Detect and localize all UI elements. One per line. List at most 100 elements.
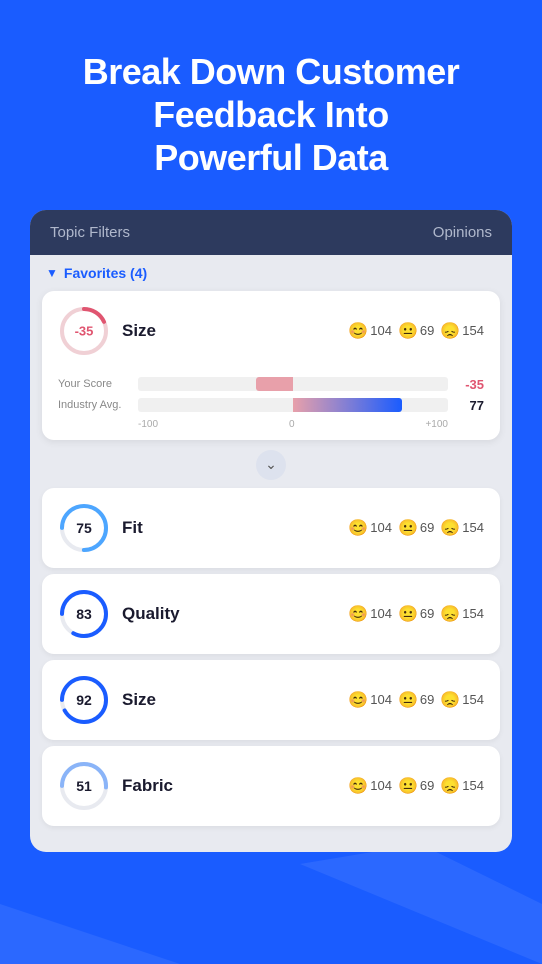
item-score-circle: 92 [58,674,110,726]
sad-val: 154 [462,606,484,621]
hero-title: Break Down Customer Feedback Into Powerf… [40,50,502,180]
sad-icon: 😞 [440,518,460,538]
your-score-bar-fill [256,377,293,391]
hero-title-line2: Feedback Into [153,94,389,135]
item-neutral: 😐 69 [398,690,434,710]
hero-title-line1: Break Down Customer [83,51,460,92]
item-sad: 😞 154 [440,776,484,796]
happy-icon: 😊 [348,321,368,341]
happy-count-expanded: 😊 104 [348,321,392,341]
chart-axis: -100 0 +100 [138,419,448,430]
your-score-bar [138,377,448,391]
item-score-num: 92 [76,692,92,708]
item-emoji-group: 😊 104 😐 69 😞 154 [348,776,484,796]
item-happy: 😊 104 [348,776,392,796]
expanded-score-text: -35 [75,323,94,338]
neutral-count-value: 69 [420,323,434,338]
expanded-score-circle: -35 [58,305,110,357]
item-neutral: 😐 69 [398,604,434,624]
happy-val: 104 [370,606,392,621]
favorites-label: Favorites (4) [64,265,147,281]
happy-val: 104 [370,692,392,707]
axis-left: -100 [138,419,158,430]
item-sad: 😞 154 [440,518,484,538]
your-score-row: Your Score -35 [58,377,484,392]
axis-right: +100 [425,419,448,430]
item-sad: 😞 154 [440,690,484,710]
sad-icon: 😞 [440,690,460,710]
item-neutral: 😐 69 [398,776,434,796]
happy-icon: 😊 [348,604,368,624]
sad-count-value: 154 [462,323,484,338]
item-neutral: 😐 69 [398,518,434,538]
industry-value: 77 [448,398,484,413]
expanded-card: -35 Size 😊 104 😐 69 😞 154 [42,291,500,440]
hero-section: Break Down Customer Feedback Into Powerf… [0,0,542,210]
favorites-chevron-icon: ▼ [46,266,58,280]
neutral-val: 69 [420,778,434,793]
sad-icon: 😞 [440,604,460,624]
neutral-icon: 😐 [398,776,418,796]
items-list: 75 Fit 😊 104 😐 69 😞 154 83 Qualit [30,488,512,826]
item-happy: 😊 104 [348,690,392,710]
chevron-down-button[interactable]: ⌄ [256,450,286,480]
item-card[interactable]: 51 Fabric 😊 104 😐 69 😞 154 [42,746,500,826]
sad-val: 154 [462,520,484,535]
sad-icon: 😞 [440,776,460,796]
neutral-icon: 😐 [398,518,418,538]
happy-count-value: 104 [370,323,392,338]
item-emoji-group: 😊 104 😐 69 😞 154 [348,518,484,538]
item-label: Fit [122,518,348,538]
expanded-emoji-group: 😊 104 😐 69 😞 154 [348,321,484,341]
happy-icon: 😊 [348,518,368,538]
item-score-num: 83 [76,606,92,622]
item-score-circle: 75 [58,502,110,554]
neutral-val: 69 [420,692,434,707]
favorites-row[interactable]: ▼ Favorites (4) [30,255,512,287]
item-card[interactable]: 92 Size 😊 104 😐 69 😞 154 [42,660,500,740]
sad-icon: 😞 [440,321,460,341]
item-score-num: 75 [76,520,92,536]
topic-filters-label: Topic Filters [50,224,130,241]
sad-val: 154 [462,778,484,793]
chevron-down-icon: ⌄ [265,456,277,473]
opinions-label: Opinions [433,224,492,241]
card-header: Topic Filters Opinions [30,210,512,255]
item-card[interactable]: 75 Fit 😊 104 😐 69 😞 154 [42,488,500,568]
industry-bar-fill [293,398,402,412]
item-label: Quality [122,604,348,624]
item-card[interactable]: 83 Quality 😊 104 😐 69 😞 154 [42,574,500,654]
neutral-count-expanded: 😐 69 [398,321,434,341]
neutral-val: 69 [420,520,434,535]
expanded-item-label: Size [122,321,348,341]
sad-count-expanded: 😞 154 [440,321,484,341]
item-score-num: 51 [76,778,92,794]
happy-icon: 😊 [348,776,368,796]
hero-title-line3: Powerful Data [154,137,388,178]
sad-val: 154 [462,692,484,707]
industry-row: Industry Avg. 77 [58,398,484,413]
industry-bar [138,398,448,412]
item-label: Fabric [122,776,348,796]
chevron-button-container: ⌄ [30,450,512,480]
expanded-item-row: -35 Size 😊 104 😐 69 😞 154 [58,305,484,357]
item-happy: 😊 104 [348,518,392,538]
chart-section: Your Score -35 Industry Avg. 77 -100 0 +… [58,369,484,430]
industry-label: Industry Avg. [58,399,138,411]
neutral-icon: 😐 [398,321,418,341]
your-score-label: Your Score [58,378,138,390]
main-card: Topic Filters Opinions ▼ Favorites (4) -… [30,210,512,852]
your-score-value: -35 [448,377,484,392]
item-emoji-group: 😊 104 😐 69 😞 154 [348,690,484,710]
happy-icon: 😊 [348,690,368,710]
item-emoji-group: 😊 104 😐 69 😞 154 [348,604,484,624]
happy-val: 104 [370,520,392,535]
happy-val: 104 [370,778,392,793]
neutral-icon: 😐 [398,690,418,710]
item-happy: 😊 104 [348,604,392,624]
item-label: Size [122,690,348,710]
neutral-val: 69 [420,606,434,621]
item-score-circle: 51 [58,760,110,812]
neutral-icon: 😐 [398,604,418,624]
axis-center: 0 [289,419,295,430]
